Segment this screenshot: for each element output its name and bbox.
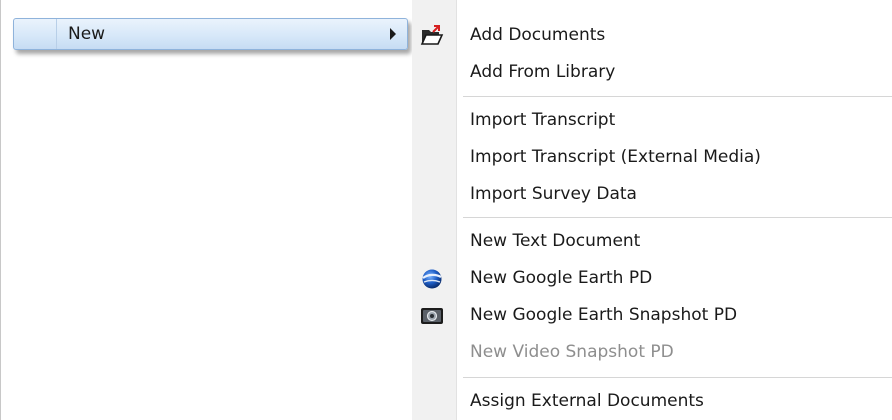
new-submenu: Add Documents Add From Library Import Tr… <box>412 0 892 420</box>
menu-item-label: Add Documents <box>470 25 606 45</box>
menu-item-label: Import Transcript <box>470 110 616 130</box>
menu-item-import-transcript[interactable]: Import Transcript <box>412 105 892 137</box>
menu-item-assign-external-documents[interactable]: Assign External Documents <box>412 386 892 418</box>
menu-icon-gutter <box>14 19 57 49</box>
parent-menu: New <box>0 0 420 420</box>
menu-item-label: New Video Snapshot PD <box>470 342 674 362</box>
menu-item-label: Assign External Documents <box>470 391 704 411</box>
menu-item-add-documents[interactable]: Add Documents <box>412 20 892 52</box>
menu-separator <box>463 96 892 97</box>
google-earth-globe-icon <box>420 268 444 290</box>
open-folder-icon <box>420 25 444 47</box>
camera-snapshot-icon <box>420 305 444 327</box>
menu-stage: New Add Documents Add From Library Impor… <box>0 0 892 420</box>
menu-item-new[interactable]: New <box>13 18 408 50</box>
menu-item-label: Import Survey Data <box>470 184 637 204</box>
menu-item-import-survey-data[interactable]: Import Survey Data <box>412 179 892 211</box>
menu-item-new-label: New <box>68 24 106 44</box>
menu-item-add-from-library[interactable]: Add From Library <box>412 57 892 89</box>
menu-item-new-video-snapshot-pd: New Video Snapshot PD <box>412 337 892 369</box>
menu-item-label: Import Transcript (External Media) <box>470 147 761 167</box>
menu-item-label: New Google Earth PD <box>470 268 653 288</box>
menu-item-import-transcript-external-media[interactable]: Import Transcript (External Media) <box>412 142 892 174</box>
menu-item-new-google-earth-pd[interactable]: New Google Earth PD <box>412 263 892 295</box>
menu-separator <box>463 217 892 218</box>
menu-item-new-text-document[interactable]: New Text Document <box>412 226 892 258</box>
menu-item-label: New Google Earth Snapshot PD <box>470 305 738 325</box>
menu-separator <box>463 377 892 378</box>
menu-item-new-google-earth-snapshot-pd[interactable]: New Google Earth Snapshot PD <box>412 300 892 332</box>
menu-item-label: Add From Library <box>470 62 616 82</box>
menu-item-label: New Text Document <box>470 231 641 251</box>
chevron-right-icon <box>390 28 396 40</box>
